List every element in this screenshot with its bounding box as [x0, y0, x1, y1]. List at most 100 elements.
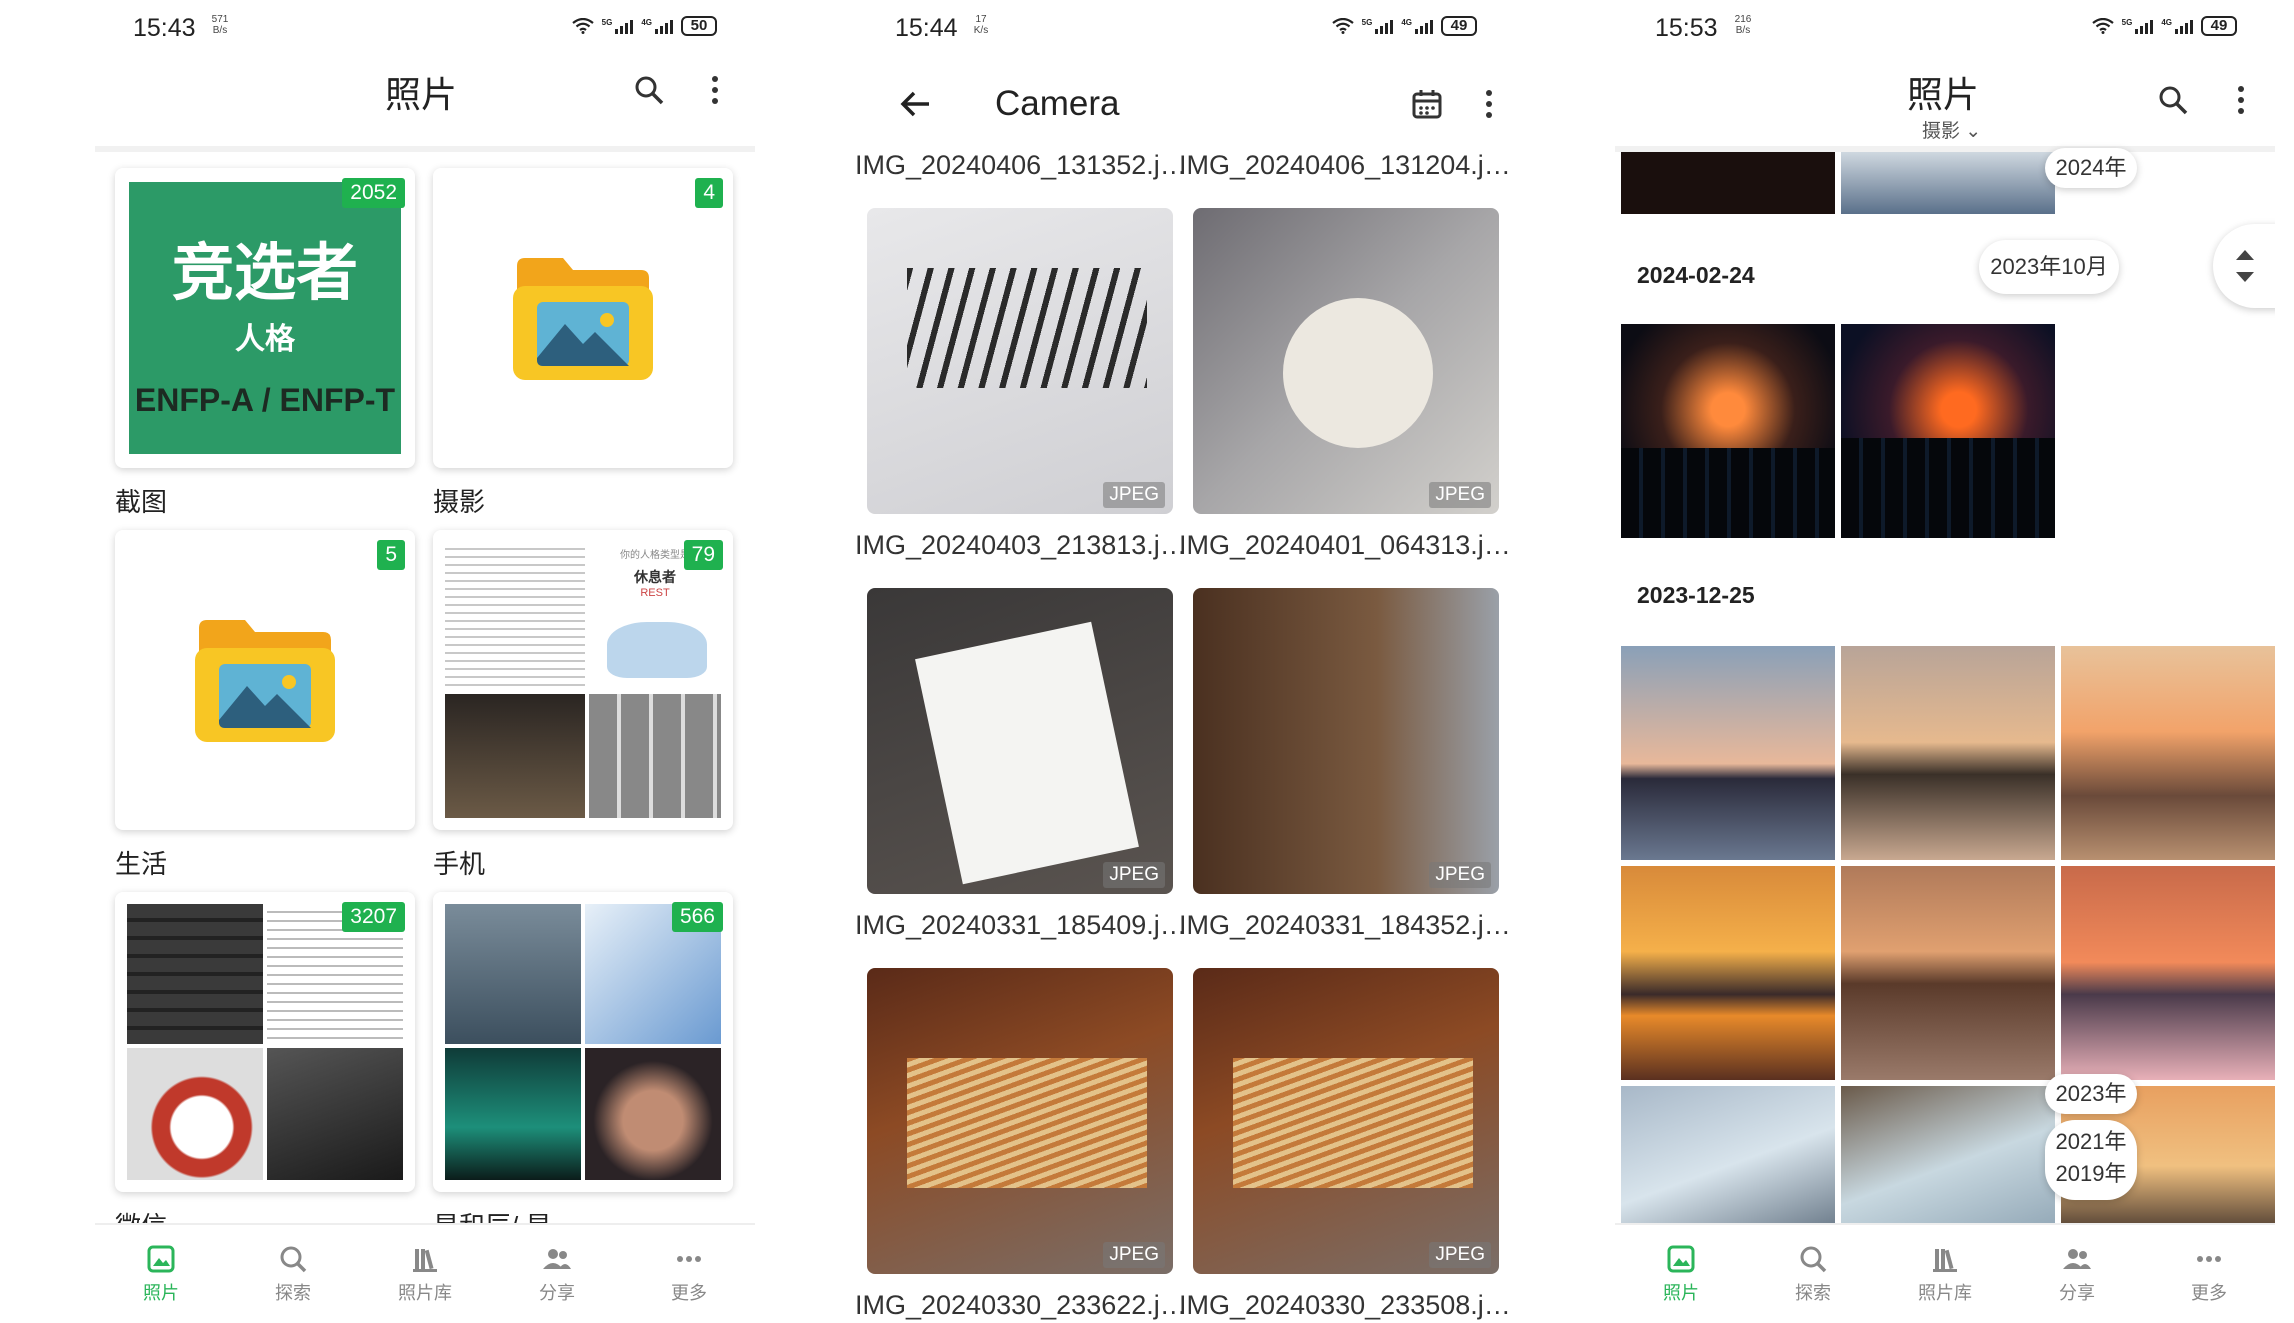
nav-photos[interactable]: 照片 — [1615, 1225, 1747, 1323]
folder-image-icon — [195, 620, 335, 742]
status-time: 15:44 — [895, 14, 958, 42]
more-options-icon[interactable] — [1469, 84, 1509, 124]
signal-4g-icon: 4G — [641, 18, 673, 34]
battery-icon: 49 — [1441, 16, 1477, 36]
file-type-badge: JPEG — [1103, 862, 1165, 888]
status-bar: 15:43 571 B/s 5G 4G 50 — [95, 0, 755, 54]
network-speed: 571 B/s — [211, 14, 229, 36]
chevron-down-icon: ⌄ — [1965, 121, 1982, 142]
album-filter-dropdown[interactable]: 摄影 ⌄ — [1922, 116, 1981, 143]
date-header: 2024-02-24 — [1637, 262, 1755, 288]
fast-scroll-handle[interactable] — [2213, 224, 2275, 308]
year-pill[interactable]: 2023年 — [2045, 1074, 2137, 1114]
page-title: 照片 — [1907, 74, 1980, 115]
back-arrow-icon[interactable] — [895, 84, 935, 124]
file-name: IMG_20240406_131352.j… — [855, 150, 1187, 180]
battery-icon: 49 — [2201, 16, 2237, 36]
marble-boat-photo[interactable] — [2061, 646, 2275, 860]
cover-subtitle: 人格 — [235, 323, 295, 356]
year-pill-2021[interactable]: 2021年 — [2045, 1126, 2137, 1158]
nav-label: 分享 — [539, 1283, 575, 1303]
sky-photo[interactable] — [2061, 866, 2275, 1080]
signal-5g-icon: 5G — [2122, 18, 2154, 34]
ice-photo[interactable] — [1841, 1086, 2055, 1246]
more-options-icon[interactable] — [695, 70, 735, 110]
file-name: IMG_20240406_131204.j… — [1179, 150, 1511, 180]
nav-more[interactable]: 更多 — [2143, 1225, 2275, 1323]
year-pill-group[interactable]: 2021年 2019年 — [2045, 1120, 2137, 1200]
nav-share[interactable]: 分享 — [491, 1225, 623, 1323]
file-type-badge: JPEG — [1429, 1242, 1491, 1268]
bridge-photo[interactable] — [1621, 646, 1835, 860]
album-phone[interactable]: 你的人格类型是 休息者 REST 79 手机 — [433, 530, 733, 881]
search-icon[interactable] — [2153, 80, 2193, 120]
cover-footer: ENFP-A / ENFP-T — [134, 382, 396, 418]
album-cover: 566 — [433, 892, 733, 1192]
more-options-icon[interactable] — [2221, 80, 2261, 120]
network-speed: 17 K/s — [973, 14, 989, 36]
album-photography[interactable]: 4 摄影 — [433, 168, 733, 519]
nav-label: 探索 — [1795, 1283, 1831, 1303]
city-skyline — [1621, 448, 1835, 538]
count-badge: 3207 — [342, 902, 405, 932]
pavilion-photo[interactable] — [1841, 646, 2055, 860]
sunset-photo[interactable] — [1621, 866, 1835, 1080]
date-header: 2023-12-25 — [1637, 582, 1755, 608]
photo-thumbnail[interactable]: JPEG — [867, 968, 1173, 1274]
scroll-arrows-icon — [2236, 250, 2254, 282]
pens-image — [907, 268, 1147, 388]
status-time: 15:53 — [1655, 14, 1718, 42]
album-life[interactable]: 5 生活 — [115, 530, 415, 881]
album-name: 截图 — [115, 487, 168, 517]
nav-explore[interactable]: 探索 — [1747, 1225, 1879, 1323]
app-bar: 照片 — [95, 56, 755, 152]
album-cover: 竞选者 人格 ENFP-A / ENFP-T 2052 — [115, 168, 415, 468]
app-bar: Camera — [855, 56, 1515, 152]
photo-thumbnail[interactable]: JPEG — [1193, 588, 1499, 894]
count-badge: 4 — [695, 178, 723, 208]
album-cover: 4 — [433, 168, 733, 468]
lake-photo[interactable] — [1841, 866, 2055, 1080]
album-screenshots[interactable]: 竞选者 人格 ENFP-A / ENFP-T 2052 截图 — [115, 168, 415, 519]
album-stars[interactable]: 566 星和辰/ 星 — [433, 892, 733, 1243]
bun-image — [1283, 298, 1433, 448]
search-icon — [1800, 1246, 1827, 1273]
nav-more[interactable]: 更多 — [623, 1225, 755, 1323]
personality-cover: 竞选者 人格 ENFP-A / ENFP-T — [129, 182, 401, 454]
ice-photo[interactable] — [1621, 1086, 1835, 1246]
photo-thumbnail[interactable]: JPEG — [867, 588, 1173, 894]
nav-explore[interactable]: 探索 — [227, 1225, 359, 1323]
bottom-nav: 照片 探索 照片库 分享 更多 — [1615, 1223, 2275, 1323]
fireworks-photo[interactable] — [1841, 324, 2055, 538]
photo-thumbnail[interactable] — [1621, 152, 1835, 214]
photo-thumbnail[interactable]: JPEG — [1193, 968, 1499, 1274]
count-badge: 79 — [683, 540, 723, 570]
nav-share[interactable]: 分享 — [2011, 1225, 2143, 1323]
nav-label: 照片库 — [398, 1283, 452, 1303]
album-wechat[interactable]: 3207 微信 — [115, 892, 415, 1243]
photo-thumbnail[interactable]: JPEG — [1193, 208, 1499, 514]
count-badge: 5 — [377, 540, 405, 570]
nav-photos[interactable]: 照片 — [95, 1225, 227, 1323]
file-name: IMG_20240331_184352.j… — [1179, 910, 1511, 940]
photo-thumbnail[interactable] — [1841, 152, 2055, 214]
wifi-icon — [1331, 18, 1354, 34]
bottom-nav: 照片 探索 照片库 分享 更多 — [95, 1223, 755, 1323]
library-thumbnail — [445, 904, 581, 1044]
rain-thumbnail — [445, 1048, 581, 1180]
nav-label: 照片 — [143, 1283, 179, 1303]
year-pill-2019[interactable]: 2019年 — [2045, 1158, 2137, 1190]
calendar-icon[interactable] — [1407, 84, 1447, 124]
nav-library[interactable]: 照片库 — [1879, 1225, 2011, 1323]
nav-label: 照片 — [1663, 1283, 1699, 1303]
search-icon[interactable] — [629, 70, 669, 110]
fireworks-photo[interactable] — [1621, 324, 1835, 538]
month-pill[interactable]: 2023年10月 — [1979, 240, 2119, 294]
more-icon — [677, 1256, 701, 1262]
year-pill[interactable]: 2024年 — [2045, 148, 2137, 188]
more-icon — [2197, 1256, 2221, 1262]
photo-thumbnail[interactable]: JPEG — [867, 208, 1173, 514]
photos-icon — [1667, 1245, 1695, 1273]
nav-library[interactable]: 照片库 — [359, 1225, 491, 1323]
file-type-badge: JPEG — [1103, 1242, 1165, 1268]
